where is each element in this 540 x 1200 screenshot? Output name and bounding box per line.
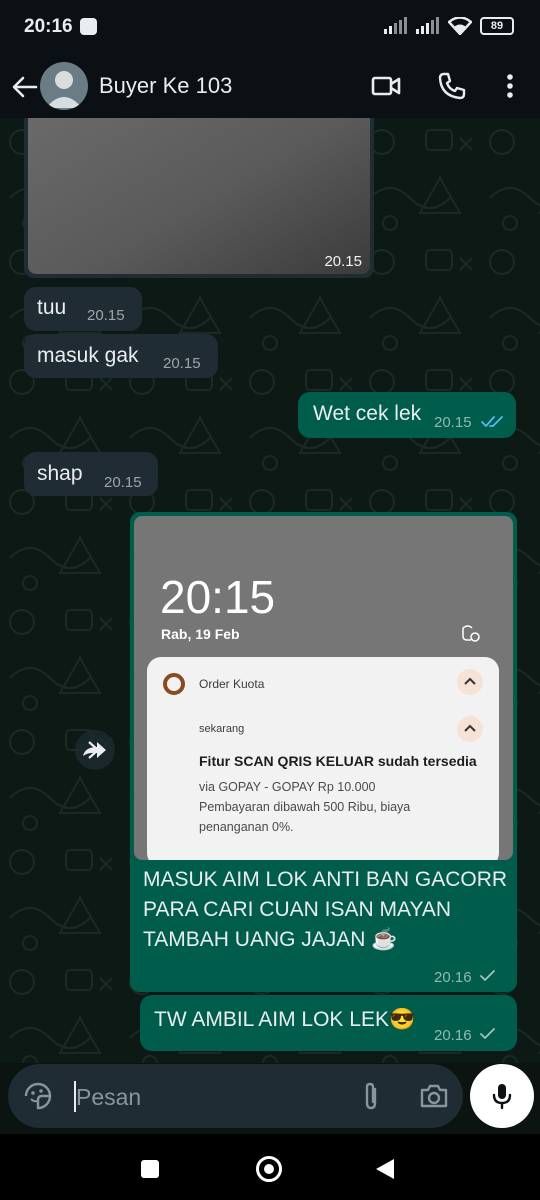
forward-button[interactable] bbox=[75, 730, 115, 770]
status-time: 20:16 bbox=[24, 16, 73, 37]
signal-icon bbox=[384, 17, 407, 34]
message-composer: Pesan bbox=[8, 1064, 463, 1128]
system-navigation-bar bbox=[0, 1134, 540, 1200]
message-input[interactable]: Pesan bbox=[76, 1084, 141, 1111]
message-time: 20.15 bbox=[104, 474, 142, 491]
forward-icon bbox=[83, 741, 106, 759]
outgoing-message[interactable]: Wet cek lek 20.15 bbox=[298, 392, 516, 438]
message-time: 20.16 bbox=[434, 1027, 472, 1044]
message-time: 20.15 bbox=[87, 307, 125, 324]
chevron-up-icon bbox=[464, 677, 476, 685]
image-attachment[interactable] bbox=[28, 118, 370, 274]
camera-icon[interactable] bbox=[418, 1080, 450, 1112]
incoming-message[interactable]: shap 20.15 bbox=[24, 452, 158, 496]
incoming-message[interactable]: masuk gak 20.15 bbox=[24, 334, 218, 378]
image-caption-message-bubble[interactable]: 20:15 Rab, 19 Feb Order Kuota sekarang F… bbox=[130, 512, 517, 992]
more-vert-icon[interactable] bbox=[494, 70, 526, 102]
app-icon bbox=[163, 673, 185, 695]
chevron-up-icon bbox=[464, 724, 476, 732]
message-time: 20.15 bbox=[434, 414, 472, 431]
microphone-button[interactable] bbox=[470, 1064, 534, 1128]
contact-name[interactable]: Buyer Ke 103 bbox=[99, 73, 232, 99]
recents-button[interactable] bbox=[141, 1160, 159, 1178]
message-text: shap bbox=[37, 462, 83, 485]
wifi-icon bbox=[448, 17, 472, 35]
notification-line: via GOPAY - GOPAY Rp 10.000 bbox=[199, 780, 376, 794]
sent-single-tick-icon bbox=[480, 970, 495, 981]
notification-when: sekarang bbox=[199, 723, 245, 735]
notification-line: Pembayaran dibawah 500 Ribu, biaya bbox=[199, 800, 411, 814]
signal-icon bbox=[416, 17, 439, 34]
message-text: masuk gak bbox=[37, 344, 139, 367]
microphone-icon bbox=[492, 1084, 512, 1110]
message-text: Wet cek lek bbox=[313, 402, 422, 425]
home-button[interactable] bbox=[256, 1156, 282, 1182]
sticker-icon[interactable] bbox=[22, 1080, 54, 1112]
arrow-left-icon[interactable] bbox=[10, 72, 40, 102]
chat-header: Buyer Ke 103 bbox=[0, 56, 540, 118]
phone-icon[interactable] bbox=[436, 70, 468, 102]
status-icons: 89 bbox=[384, 17, 514, 35]
avatar[interactable] bbox=[40, 62, 88, 110]
collapse-button[interactable] bbox=[457, 716, 483, 742]
notification-line: penanganan 0%. bbox=[199, 820, 294, 834]
notification-app-name: Order Kuota bbox=[199, 677, 265, 691]
battery-icon: 89 bbox=[480, 17, 514, 35]
message-text: TW AMBIL AIM LOK LEK😎 bbox=[154, 1008, 416, 1031]
alarm-settings-icon bbox=[462, 625, 480, 642]
collapse-button[interactable] bbox=[457, 669, 483, 695]
message-time: 20.16 bbox=[434, 969, 472, 986]
read-double-tick-icon bbox=[481, 416, 503, 427]
notification-title: Fitur SCAN QRIS KELUAR sudah tersedia bbox=[199, 753, 477, 769]
screenshot-image[interactable]: 20:15 Rab, 19 Feb Order Kuota sekarang F… bbox=[134, 516, 513, 860]
caption-text: MASUK AIM LOK ANTI BAN GACORR bbox=[143, 868, 508, 891]
message-text: tuu bbox=[37, 296, 67, 319]
lockscreen-date: Rab, 19 Feb bbox=[161, 626, 240, 642]
default-avatar-icon bbox=[46, 71, 82, 108]
message-time: 20.15 bbox=[163, 355, 201, 372]
notification-dot-icon bbox=[80, 18, 97, 35]
notification-card[interactable]: Order Kuota sekarang Fitur SCAN QRIS KEL… bbox=[147, 657, 499, 860]
chat-area[interactable]: 20.15 tuu 20.15 masuk gak 20.15 Wet cek … bbox=[0, 118, 540, 1063]
status-bar: 20:16 89 bbox=[0, 0, 540, 56]
outgoing-message[interactable]: TW AMBIL AIM LOK LEK😎 20.16 bbox=[140, 995, 517, 1051]
paperclip-icon[interactable] bbox=[356, 1080, 386, 1112]
battery-level: 89 bbox=[490, 20, 504, 32]
caption-text: PARA CARI CUAN ISAN MAYAN bbox=[143, 898, 452, 921]
image-message-bubble[interactable]: 20.15 bbox=[24, 118, 374, 278]
sent-single-tick-icon bbox=[480, 1028, 495, 1039]
caption-text: TAMBAH UANG JAJAN ☕ bbox=[143, 928, 398, 951]
incoming-message[interactable]: tuu 20.15 bbox=[24, 287, 142, 331]
lockscreen-time: 20:15 bbox=[160, 571, 276, 623]
message-time: 20.15 bbox=[324, 253, 362, 270]
back-button[interactable] bbox=[374, 1158, 396, 1180]
video-call-icon[interactable] bbox=[370, 70, 402, 102]
